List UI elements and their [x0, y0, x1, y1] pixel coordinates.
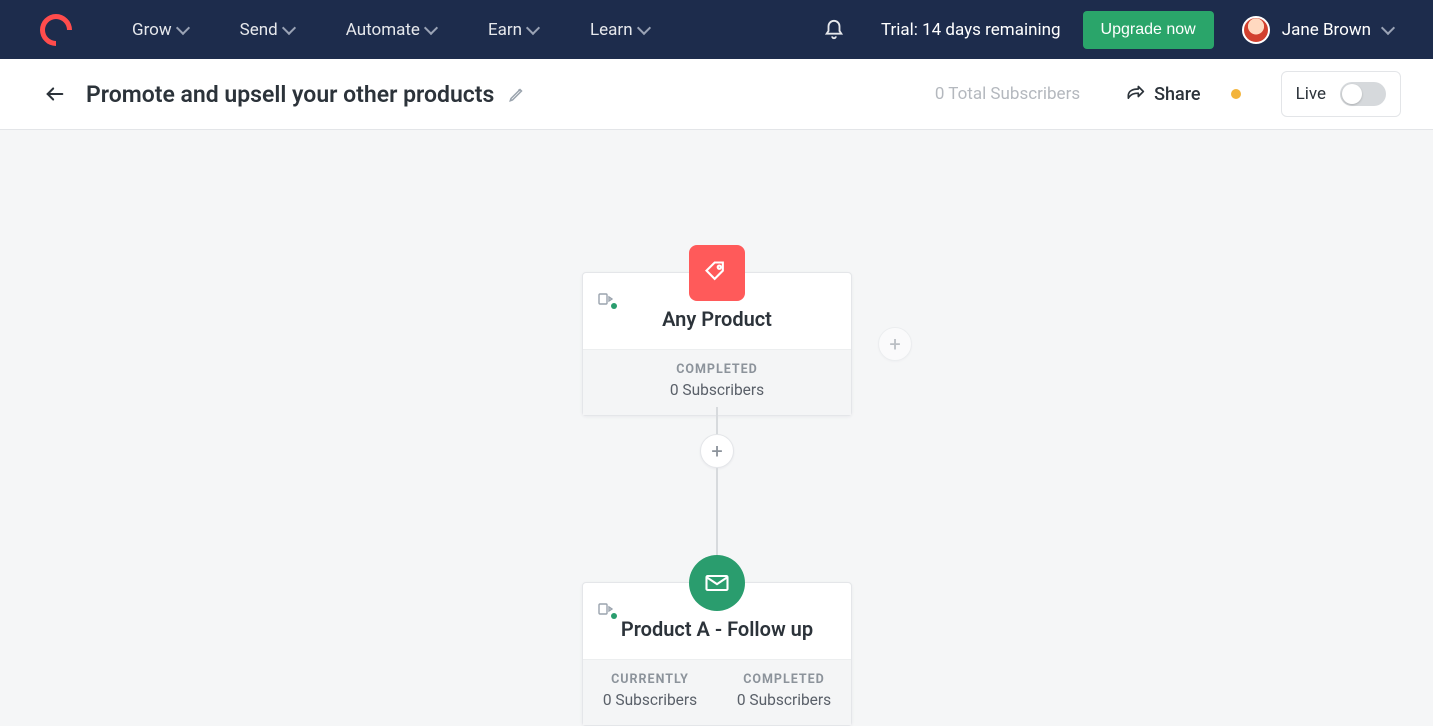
top-nav: Grow Send Automate Earn Learn Trial: 14 …: [0, 0, 1433, 59]
chevron-down-icon: [176, 20, 190, 34]
envelope-icon: [689, 555, 745, 611]
brand-logo[interactable]: [33, 7, 78, 52]
chevron-down-icon: [526, 20, 540, 34]
node-completed-value: 0 Subscribers: [670, 381, 764, 399]
nav-item-label: Automate: [346, 20, 420, 40]
nav-items: Grow Send Automate Earn Learn: [132, 20, 649, 40]
trial-notice: Trial: 14 days remaining: [881, 20, 1061, 40]
node-completed-label: COMPLETED: [717, 672, 851, 687]
status-indicator-dot: [1231, 89, 1241, 99]
nav-item-automate[interactable]: Automate: [346, 20, 436, 40]
nav-item-earn[interactable]: Earn: [488, 20, 538, 40]
page-subheader: Promote and upsell your other products 0…: [0, 59, 1433, 130]
notifications-bell-icon[interactable]: [823, 19, 843, 41]
automation-canvas[interactable]: Any Product COMPLETED 0 Subscribers + + …: [0, 130, 1433, 716]
share-icon: [1124, 84, 1146, 104]
share-button[interactable]: Share: [1124, 84, 1200, 105]
node-completed-label: COMPLETED: [676, 362, 758, 377]
node-currently-value: 0 Subscribers: [583, 691, 717, 709]
node-stats: COMPLETED 0 Subscribers: [583, 349, 851, 415]
connector-line: [716, 407, 718, 435]
node-status-icon: [597, 291, 613, 307]
chevron-down-icon: [1381, 20, 1395, 34]
tag-icon: [689, 245, 745, 301]
chevron-down-icon: [424, 20, 438, 34]
nav-item-learn[interactable]: Learn: [590, 20, 649, 40]
node-status-icon: [597, 601, 613, 617]
node-email-product-a-followup[interactable]: Product A - Follow up CURRENTLY 0 Subscr…: [582, 582, 852, 726]
nav-item-label: Earn: [488, 20, 522, 40]
node-title: Any Product: [599, 307, 835, 331]
chevron-down-icon: [637, 20, 651, 34]
avatar: [1242, 16, 1270, 44]
add-step-button[interactable]: +: [700, 434, 734, 468]
page-title: Promote and upsell your other products: [86, 81, 494, 108]
node-trigger-any-product[interactable]: Any Product COMPLETED 0 Subscribers: [582, 272, 852, 416]
live-toggle[interactable]: [1340, 82, 1386, 106]
live-label: Live: [1296, 84, 1326, 104]
nav-item-label: Grow: [132, 20, 172, 40]
nav-item-label: Send: [240, 20, 278, 40]
total-subscribers: 0 Total Subscribers: [935, 84, 1080, 104]
node-completed-value: 0 Subscribers: [717, 691, 851, 709]
share-label: Share: [1154, 84, 1200, 105]
edit-title-icon[interactable]: [508, 85, 526, 103]
nav-item-grow[interactable]: Grow: [132, 20, 188, 40]
user-menu[interactable]: Jane Brown: [1242, 16, 1393, 44]
nav-item-send[interactable]: Send: [240, 20, 294, 40]
upgrade-button[interactable]: Upgrade now: [1083, 11, 1214, 49]
add-branch-button[interactable]: +: [878, 327, 912, 361]
node-stats: CURRENTLY 0 Subscribers COMPLETED 0 Subs…: [583, 659, 851, 725]
back-arrow-icon[interactable]: [44, 83, 66, 105]
live-toggle-box: Live: [1281, 71, 1401, 117]
toggle-knob: [1342, 84, 1362, 104]
node-title: Product A - Follow up: [599, 617, 835, 641]
user-name: Jane Brown: [1282, 20, 1371, 40]
connector-line: [716, 468, 718, 556]
node-currently-label: CURRENTLY: [583, 672, 717, 687]
nav-item-label: Learn: [590, 20, 633, 40]
chevron-down-icon: [282, 20, 296, 34]
